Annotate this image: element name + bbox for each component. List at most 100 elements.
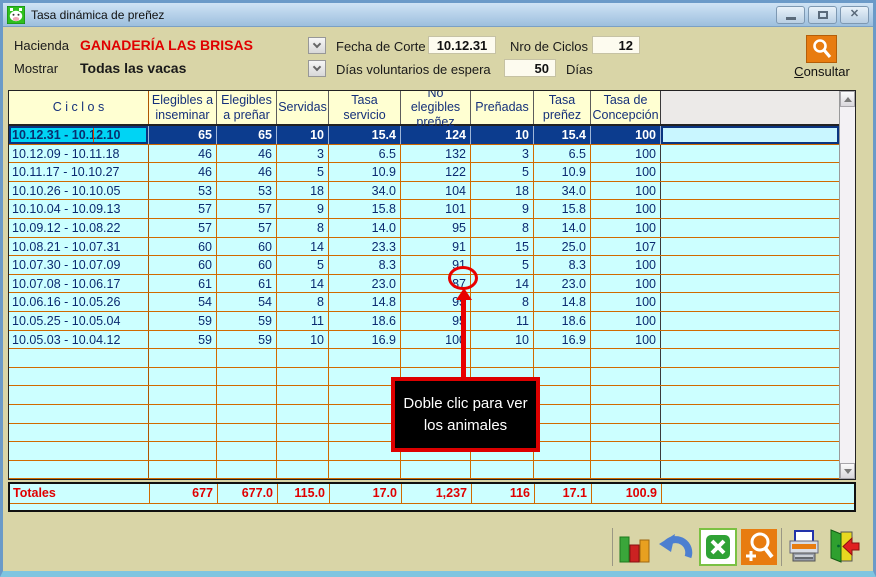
table-cell[interactable]: 14.0 [329,218,401,237]
table-cell[interactable]: 65 [149,126,217,144]
table-cell[interactable]: 6.5 [329,144,401,163]
table-row[interactable]: 10.10.04 - 10.09.13 57 57 9 15.8 101 9 15.8 100 [9,200,839,219]
table-cell[interactable]: 59 [149,330,217,349]
table-row[interactable]: 10.07.08 - 10.06.17 61 61 14 23.0 87 14 23.0 100 [9,274,839,294]
table-cell[interactable]: 14.8 [329,293,401,311]
table-cell[interactable]: 10 [277,330,329,349]
table-cell[interactable]: 15.8 [534,200,591,218]
table-cell[interactable]: 15 [471,237,534,256]
minimize-button[interactable] [776,5,805,24]
table-cell[interactable]: 18.6 [534,311,591,330]
table-cell[interactable]: 61 [217,274,277,293]
bar-chart-icon[interactable] [617,528,653,566]
table-cell[interactable]: 25.0 [534,237,591,256]
table-cell[interactable]: 14.0 [534,218,591,237]
table-cell[interactable]: 8 [277,218,329,237]
table-cell[interactable]: 11 [471,311,534,330]
table-cell[interactable]: 60 [149,256,217,274]
table-cell[interactable]: 10.9 [534,163,591,181]
table-cell[interactable]: 8 [471,293,534,311]
table-cell[interactable]: 10.12.31 - 10.12.10 [9,126,149,144]
table-cell[interactable]: 60 [217,256,277,274]
table-cell[interactable]: 124 [401,126,471,144]
table-cell[interactable]: 100 [591,181,661,200]
table-cell[interactable]: 53 [149,181,217,200]
table-row[interactable]: 10.11.17 - 10.10.27 46 46 5 10.9 122 5 10.9 100 [9,163,839,182]
table-cell[interactable]: 57 [149,200,217,218]
table-cell[interactable]: 100 [591,218,661,237]
table-cell[interactable]: 54 [149,293,217,311]
table-cell[interactable]: 9 [277,200,329,218]
table-cell[interactable]: 8.3 [329,256,401,274]
scrollbar-up-button[interactable] [840,91,855,107]
table-cell[interactable]: 10.06.16 - 10.05.26 [9,293,149,311]
table-row[interactable]: 10.06.16 - 10.05.26 54 54 8 14.8 95 8 14.8 100 [9,293,839,312]
table-row[interactable]: 10.10.26 - 10.10.05 53 53 18 34.0 104 18 34.0 10… [9,181,839,201]
zoom-icon[interactable] [741,529,777,565]
table-cell[interactable]: 15.8 [329,200,401,218]
exit-icon[interactable] [826,529,860,565]
table-cell[interactable]: 59 [217,330,277,349]
table-row[interactable]: 10.08.21 - 10.07.31 60 60 14 23.3 91 15 25.0 107 [9,237,839,257]
table-cell[interactable]: 23.0 [534,274,591,293]
table-cell[interactable]: 10.07.30 - 10.07.09 [9,256,149,274]
table-cell[interactable]: 107 [591,237,661,256]
table-cell[interactable]: 57 [217,200,277,218]
table-cell[interactable]: 11 [277,311,329,330]
table-cell[interactable]: 15.4 [329,126,401,144]
table-cell[interactable]: 34.0 [329,181,401,200]
table-cell[interactable]: 59 [149,311,217,330]
table-cell[interactable]: 10.07.08 - 10.06.17 [9,274,149,293]
table-cell[interactable]: 54 [217,293,277,311]
dias-espera-field[interactable]: 50 [504,59,556,77]
table-cell[interactable]: 8 [471,218,534,237]
table-cell[interactable]: 100 [591,293,661,311]
table-cell[interactable]: 10.09.12 - 10.08.22 [9,218,149,237]
table-cell[interactable]: 46 [217,144,277,163]
table-cell[interactable]: 100 [591,311,661,330]
table-cell[interactable]: 132 [401,144,471,163]
table-cell[interactable]: 10.11.17 - 10.10.27 [9,163,149,181]
table-cell[interactable]: 65 [217,126,277,144]
table-cell[interactable]: 100 [591,274,661,293]
table-row[interactable]: 10.12.31 - 10.12.10 65 65 10 15.4 124 10 15.4 10… [9,126,839,145]
table-cell[interactable]: 18.6 [329,311,401,330]
table-cell[interactable]: 18 [471,181,534,200]
table-cell[interactable]: 6.5 [534,144,591,163]
undo-icon[interactable] [657,528,695,566]
table-cell[interactable]: 14 [277,237,329,256]
table-cell[interactable]: 95 [401,218,471,237]
table-cell[interactable]: 14 [277,274,329,293]
table-row[interactable]: 10.05.03 - 10.04.12 59 59 10 16.9 100 10 16.9 10… [9,330,839,350]
table-cell[interactable]: 10.05.03 - 10.04.12 [9,330,149,349]
table-cell[interactable]: 46 [149,163,217,181]
table-cell[interactable]: 101 [401,200,471,218]
table-cell[interactable]: 14.8 [534,293,591,311]
table-cell[interactable]: 16.9 [329,330,401,349]
table-cell[interactable]: 10.10.04 - 10.09.13 [9,200,149,218]
table-cell[interactable]: 100 [591,144,661,163]
table-row[interactable]: 10.07.30 - 10.07.09 60 60 5 8.3 91 5 8.3 100 [9,256,839,275]
table-cell[interactable]: 15.4 [534,126,591,144]
fecha-corte-field[interactable]: 10.12.31 [428,36,496,54]
table-cell[interactable]: 3 [471,144,534,163]
table-cell[interactable]: 46 [217,163,277,181]
table-cell[interactable]: 100 [591,330,661,349]
excel-export-icon[interactable] [699,528,737,566]
table-cell[interactable]: 10 [471,126,534,144]
table-cell[interactable]: 23.3 [329,237,401,256]
mostrar-dropdown[interactable] [308,60,326,77]
table-cell[interactable]: 9 [471,200,534,218]
table-cell[interactable]: 10.12.09 - 10.11.18 [9,144,149,163]
table-cell[interactable]: 3 [277,144,329,163]
table-cell[interactable]: 91 [401,237,471,256]
table-cell[interactable]: 18 [277,181,329,200]
table-cell[interactable]: 5 [471,256,534,274]
table-cell[interactable]: 34.0 [534,181,591,200]
table-cell[interactable]: 23.0 [329,274,401,293]
table-cell[interactable]: 61 [149,274,217,293]
scrollbar-down-button[interactable] [840,463,855,479]
table-cell[interactable]: 10.05.25 - 10.05.04 [9,311,149,330]
table-row[interactable]: 10.09.12 - 10.08.22 57 57 8 14.0 95 8 14.0 100 [9,218,839,238]
table-cell[interactable]: 14 [471,274,534,293]
